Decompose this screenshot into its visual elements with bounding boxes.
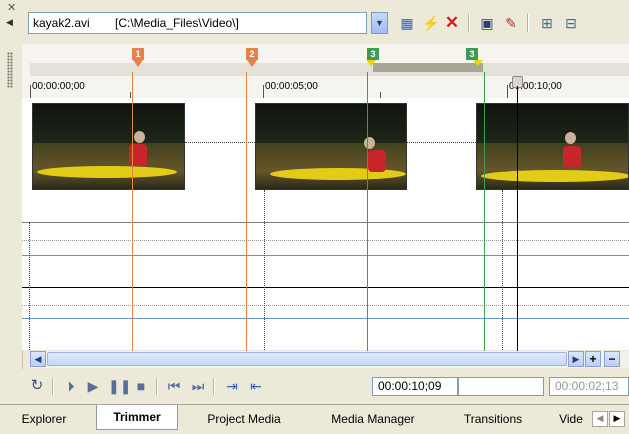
toolbar-separator bbox=[527, 14, 529, 32]
current-time-field[interactable]: 00:00:10;09 bbox=[372, 377, 458, 396]
trim-end-icon[interactable]: ⇤ bbox=[247, 377, 265, 395]
ruler-tick bbox=[263, 85, 264, 98]
loop-region-bar[interactable] bbox=[373, 63, 483, 72]
clip-edge-guide bbox=[29, 222, 30, 350]
tab-explorer[interactable]: Explorer bbox=[8, 409, 80, 429]
marker-1-line bbox=[132, 72, 133, 351]
go-to-start-icon[interactable]: ⏮ bbox=[165, 377, 183, 395]
add-to-timeline-icon[interactable]: ▦ bbox=[397, 13, 417, 33]
dock-strip: ✕ ◀ bbox=[0, 0, 23, 404]
playhead-line[interactable] bbox=[517, 86, 518, 351]
region-start-3[interactable]: 3 bbox=[367, 48, 379, 60]
toolbar-separator bbox=[468, 14, 470, 32]
stop-icon[interactable]: ■ bbox=[132, 377, 150, 395]
close-icon[interactable]: ✕ bbox=[442, 13, 462, 33]
trim-start-icon[interactable]: ⇥ bbox=[223, 377, 241, 395]
transport-separator bbox=[156, 378, 158, 395]
selection-length-field[interactable]: 00:00:02;13 bbox=[549, 377, 629, 396]
go-to-end-icon[interactable]: ⏭ bbox=[189, 377, 207, 395]
transport-separator bbox=[52, 378, 54, 395]
scroll-left-icon[interactable]: ◀ bbox=[30, 351, 46, 367]
zoom-out-icon[interactable]: − bbox=[604, 351, 620, 367]
marker-1[interactable]: 1 bbox=[132, 48, 144, 60]
timecode-label: 00:00:00;00 bbox=[32, 81, 85, 92]
scroll-right-icon[interactable]: ▶ bbox=[568, 351, 584, 367]
clip-connector bbox=[185, 142, 255, 143]
pause-icon[interactable]: ❚❚ bbox=[108, 377, 131, 395]
tab-scroll-left-icon[interactable]: ◀ bbox=[592, 411, 608, 427]
clip-edge-guide bbox=[264, 190, 265, 350]
clip-edge-guide bbox=[502, 190, 503, 350]
zoom-in-icon[interactable]: + bbox=[585, 351, 601, 367]
region-start-line bbox=[367, 72, 368, 351]
loop-icon[interactable]: ↻ bbox=[28, 377, 46, 395]
file-selector[interactable]: kayak2.avi [C:\Media_Files\Video\] bbox=[28, 12, 367, 34]
play-icon[interactable]: ▶ bbox=[84, 377, 102, 395]
clip-connector bbox=[407, 142, 476, 143]
tab-media-manager[interactable]: Media Manager bbox=[314, 409, 432, 429]
marker-2[interactable]: 2 bbox=[246, 48, 258, 60]
save-icon[interactable]: ▣ bbox=[477, 13, 497, 33]
tab-transitions[interactable]: Transitions bbox=[446, 409, 540, 429]
region-end-3[interactable]: 3 bbox=[466, 48, 478, 60]
audio-lane-guide bbox=[22, 305, 629, 306]
scrollbar-thumb[interactable] bbox=[47, 352, 567, 366]
audio-lane-line bbox=[22, 255, 629, 256]
chevron-down-icon[interactable]: ▼ bbox=[371, 12, 388, 34]
marker-2-line bbox=[246, 72, 247, 351]
marker-1-pointer bbox=[133, 60, 143, 67]
region-start-pointer bbox=[366, 60, 376, 66]
timecode-label: 00:00:05;00 bbox=[265, 81, 318, 92]
tab-scroll-right-icon[interactable]: ▶ bbox=[609, 411, 625, 427]
video-thumbnail bbox=[32, 103, 185, 190]
horizontal-scrollbar[interactable]: ◀ ▶ + − bbox=[30, 351, 629, 368]
audio-lane-line bbox=[22, 318, 629, 319]
marker-2-pointer bbox=[247, 60, 257, 67]
transport-separator bbox=[213, 378, 215, 395]
zoom-selection-icon[interactable]: ⊞ bbox=[537, 13, 557, 33]
file-path: [C:\Media_Files\Video\] bbox=[115, 16, 239, 30]
tab-trimmer[interactable]: Trimmer bbox=[96, 405, 178, 430]
window-docking-tabs: Explorer Trimmer Project Media Media Man… bbox=[0, 404, 629, 434]
lightning-icon[interactable]: ⚡ bbox=[421, 13, 441, 33]
region-end-pointer bbox=[473, 60, 483, 66]
audio-lane-guide bbox=[22, 240, 629, 241]
marker-bar[interactable] bbox=[30, 63, 629, 76]
tab-project-media[interactable]: Project Media bbox=[192, 409, 296, 429]
video-thumbnail bbox=[476, 103, 629, 190]
tab-video-fx[interactable]: Vide bbox=[556, 409, 586, 429]
clear-markers-icon[interactable]: ✎ bbox=[501, 13, 521, 33]
play-from-start-icon[interactable]: ⏵ bbox=[62, 377, 80, 395]
ruler-tick bbox=[507, 85, 508, 98]
drag-grip-icon[interactable] bbox=[7, 52, 13, 88]
video-thumbnail bbox=[255, 103, 407, 190]
track-divider bbox=[22, 287, 629, 288]
region-end-line bbox=[484, 72, 485, 351]
fit-selection-icon[interactable]: ⊟ bbox=[561, 13, 581, 33]
file-name: kayak2.avi bbox=[33, 16, 90, 30]
dock-arrow-icon[interactable]: ◀ bbox=[6, 17, 16, 27]
close-window-icon[interactable]: ✕ bbox=[7, 3, 17, 14]
selection-start-field[interactable] bbox=[458, 377, 544, 396]
transport-bar: ↻ ⏵ ▶ ❚❚ ■ ⏮ ⏭ ⇥ ⇤ 00:00:10;09 00:00:02;… bbox=[22, 369, 629, 404]
ruler-tick bbox=[30, 85, 31, 98]
track-divider bbox=[22, 222, 629, 223]
